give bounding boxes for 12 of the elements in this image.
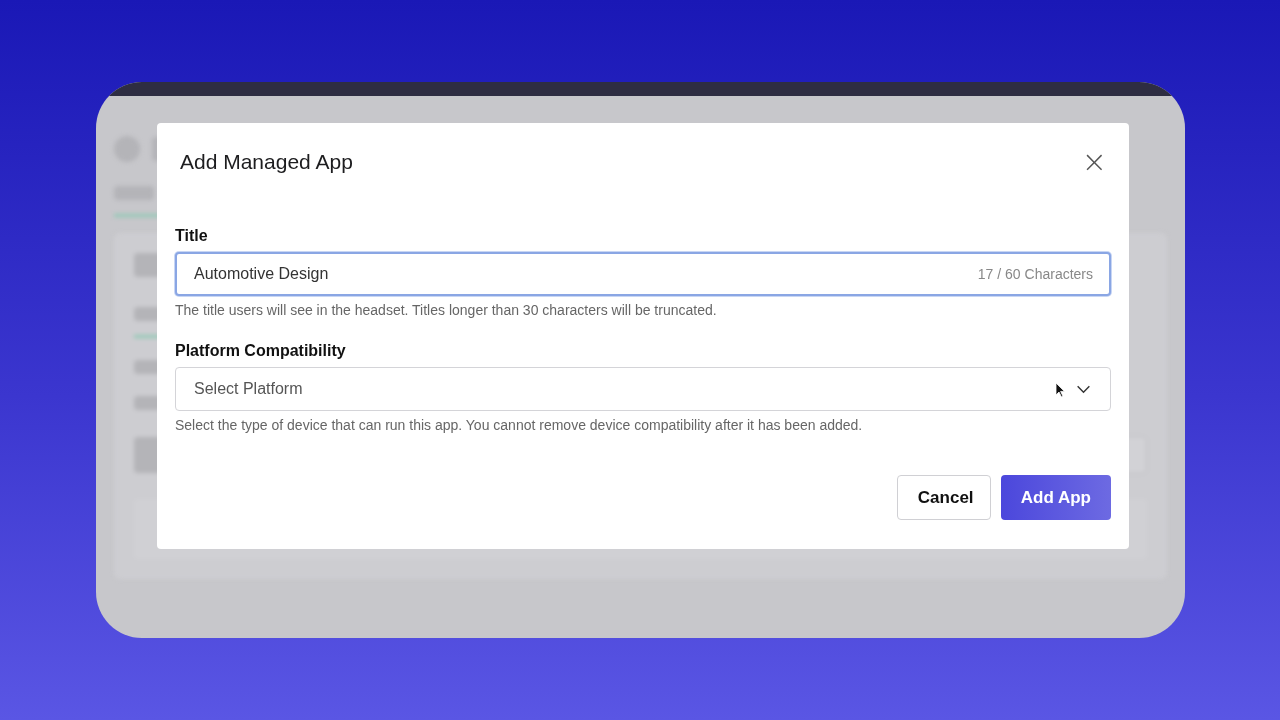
field-label: Title [175,227,209,245]
helper-text: Select the type of device that can run this app. You cannot remove device compatibility after it has been added. [175,417,864,433]
add-app-button[interactable]: Add App [1000,475,1111,520]
character-counter: 17 / 60 Characters [977,266,1093,282]
chevron-down-icon [1076,385,1091,394]
dialog-title: Add Managed App [180,150,353,174]
pointer-cursor-icon [1055,382,1065,398]
helper-text: The title users will see in the headset. Titles longer than 30 characters will be truncated. [175,302,718,318]
cancel-button[interactable]: Cancel [896,475,991,520]
field-label: Platform Compatibility [175,342,347,360]
select-dropdown[interactable]: Select Platform [175,367,1111,411]
close-button[interactable]: × [1081,149,1107,175]
